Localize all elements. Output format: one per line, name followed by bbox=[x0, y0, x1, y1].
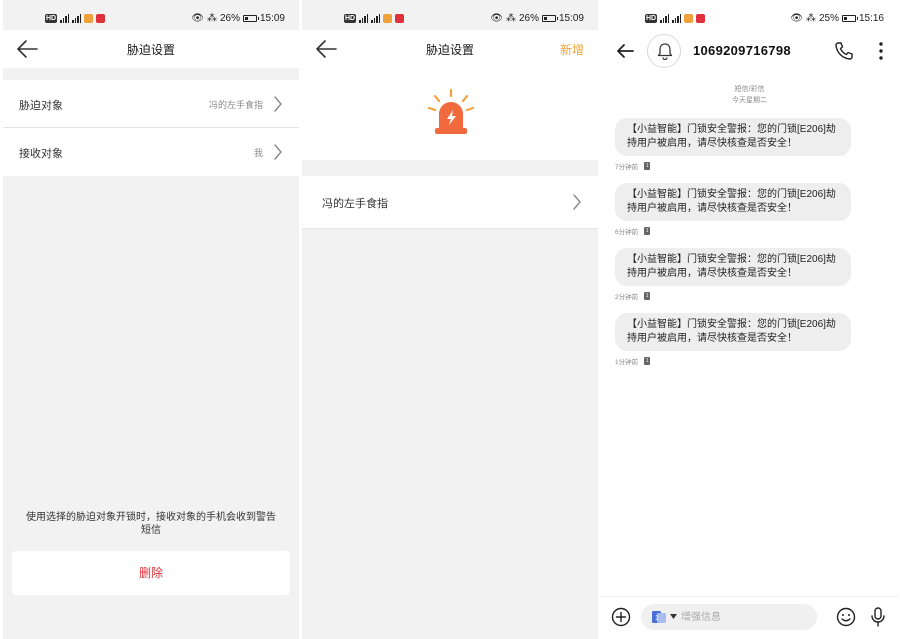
delete-button[interactable]: 删除 bbox=[12, 551, 290, 595]
alarm-banner bbox=[302, 68, 598, 160]
battery-icon bbox=[541, 15, 558, 22]
chevron-right-icon bbox=[274, 96, 282, 112]
row-value: 我 bbox=[253, 148, 263, 158]
duress-settings-screen: HD 👁 ⁂ 26% 15:09 胁迫设置 胁迫对象 冯的左手食指 接收对象 我… bbox=[3, 0, 299, 639]
signal-icon-2 bbox=[371, 13, 381, 23]
signal-icon bbox=[660, 13, 670, 23]
row-label: 胁迫对象 bbox=[19, 100, 63, 112]
page-title: 胁迫设置 bbox=[425, 43, 474, 57]
message-time: 6分钟前 bbox=[615, 229, 639, 236]
app-notification-icon bbox=[684, 13, 694, 23]
message-input-box: 1 bbox=[641, 604, 817, 630]
hd-icon: HD bbox=[645, 13, 658, 23]
eye-icon: 👁 bbox=[790, 13, 803, 24]
status-right-icons: 👁 ⁂ 26% 15:09 bbox=[490, 13, 584, 24]
message-type-label: 短信/彩信 bbox=[734, 86, 765, 93]
battery-icon bbox=[841, 15, 858, 22]
status-right-icons: 👁 ⁂ 26% 15:09 bbox=[191, 13, 285, 24]
emoji-icon[interactable] bbox=[836, 607, 856, 627]
info-note: 使用选择的胁迫对象开锁时，接收对象的手机会收到警告短信 bbox=[26, 512, 276, 536]
status-right-icons: 👁 ⁂ 25% 15:16 bbox=[790, 13, 884, 24]
add-attachment-icon[interactable] bbox=[611, 607, 631, 627]
4g-icon bbox=[96, 13, 106, 23]
message-meta: 7分钟前 1 bbox=[615, 161, 651, 171]
chevron-down-icon[interactable] bbox=[670, 614, 677, 619]
chevron-right-icon bbox=[573, 194, 581, 210]
clock: 15:09 bbox=[259, 13, 285, 24]
message-bubble[interactable]: 【小益智能】门锁安全警报：您的门锁[E206]劫持用户被启用，请尽快核查是否安全… bbox=[615, 248, 851, 286]
message-time: 1分钟前 bbox=[615, 359, 639, 366]
message-bubble[interactable]: 【小益智能】门锁安全警报：您的门锁[E206]劫持用户被启用，请尽快核查是否安全… bbox=[615, 313, 851, 351]
status-bar: HD 👁 ⁂ 26% 15:09 bbox=[302, 10, 598, 30]
signal-icon bbox=[60, 13, 70, 23]
status-bar: HD 👁 ⁂ 26% 15:09 bbox=[3, 10, 299, 30]
battery-percent: 26% bbox=[219, 13, 240, 24]
sim-card-icon: 1 bbox=[644, 227, 651, 235]
row-label: 接收对象 bbox=[19, 148, 63, 160]
alarm-siren-icon bbox=[427, 88, 475, 134]
status-left-icons: HD bbox=[645, 13, 706, 23]
add-button[interactable]: 新增 bbox=[560, 41, 584, 58]
4g-icon bbox=[696, 13, 706, 23]
message-meta: 6分钟前 1 bbox=[615, 226, 651, 236]
status-left-icons: HD bbox=[344, 13, 405, 23]
hd-icon: HD bbox=[344, 13, 357, 23]
more-options-icon[interactable] bbox=[878, 41, 884, 61]
app-notification-icon bbox=[84, 13, 94, 23]
app-notification-icon bbox=[383, 13, 393, 23]
compose-bar: 1 bbox=[601, 596, 898, 639]
clock: 15:16 bbox=[858, 13, 884, 24]
message-input[interactable] bbox=[681, 609, 811, 625]
divider bbox=[302, 228, 598, 229]
message-bubble[interactable]: 【小益智能】门锁安全警报：您的门锁[E206]劫持用户被启用，请尽快核查是否安全… bbox=[615, 183, 851, 221]
back-arrow-icon[interactable] bbox=[615, 41, 635, 61]
app-header: 胁迫设置 bbox=[3, 30, 299, 68]
message-meta: 1分钟前 1 bbox=[615, 356, 651, 366]
sms-conversation-screen: HD 👁 ⁂ 25% 15:16 1069209716798 短信/彩信 今天星… bbox=[601, 0, 898, 639]
battery-percent: 25% bbox=[818, 13, 839, 24]
battery-percent: 26% bbox=[518, 13, 539, 24]
fingerprint-item-row[interactable]: 冯的左手食指 bbox=[302, 176, 598, 228]
message-meta: 2分钟前 1 bbox=[615, 291, 651, 301]
svg-text:1: 1 bbox=[655, 615, 659, 622]
duress-settings-list-screen: HD 👁 ⁂ 26% 15:09 胁迫设置 新增 冯的左手食指 bbox=[302, 0, 598, 639]
signal-icon bbox=[359, 13, 369, 23]
row-label: 冯的左手食指 bbox=[322, 198, 388, 210]
message-bubble[interactable]: 【小益智能】门锁安全警报：您的门锁[E206]劫持用户被启用，请尽快核查是否安全… bbox=[615, 118, 851, 156]
message-time: 2分钟前 bbox=[615, 294, 639, 301]
microphone-icon[interactable] bbox=[870, 607, 886, 627]
chevron-right-icon bbox=[274, 144, 282, 160]
message-time: 7分钟前 bbox=[615, 164, 639, 171]
sim-card-icon: 1 bbox=[644, 162, 651, 170]
contact-avatar[interactable] bbox=[647, 34, 681, 68]
phone-call-icon[interactable] bbox=[834, 41, 854, 61]
conversation-header: 1069209716798 bbox=[601, 30, 898, 74]
app-header: 胁迫设置 新增 bbox=[302, 30, 598, 68]
status-left-icons: HD bbox=[45, 13, 106, 23]
hd-icon: HD bbox=[45, 13, 58, 23]
bluetooth-icon: ⁂ bbox=[206, 13, 217, 24]
sim-card-icon: 1 bbox=[644, 357, 651, 365]
signal-icon-2 bbox=[672, 13, 682, 23]
eye-icon: 👁 bbox=[490, 13, 503, 24]
battery-icon bbox=[242, 15, 259, 22]
4g-icon bbox=[395, 13, 405, 23]
signal-icon-2 bbox=[72, 13, 82, 23]
screenshot-composite: HD 👁 ⁂ 26% 15:09 胁迫设置 胁迫对象 冯的左手食指 接收对象 我… bbox=[0, 0, 900, 639]
receiver-row[interactable]: 接收对象 我 bbox=[3, 128, 299, 176]
duress-target-row[interactable]: 胁迫对象 冯的左手食指 bbox=[3, 80, 299, 128]
sim-card-icon: 1 bbox=[644, 292, 651, 300]
clock: 15:09 bbox=[558, 13, 584, 24]
sim-select-icon[interactable]: 1 bbox=[651, 610, 667, 624]
status-bar: HD 👁 ⁂ 25% 15:16 bbox=[601, 10, 898, 30]
date-separator: 今天星期二 bbox=[732, 97, 767, 104]
bell-icon bbox=[657, 43, 673, 60]
page-title: 胁迫设置 bbox=[126, 43, 175, 57]
eye-icon: 👁 bbox=[191, 13, 204, 24]
bluetooth-icon: ⁂ bbox=[505, 13, 516, 24]
row-value: 冯的左手食指 bbox=[208, 100, 263, 110]
sender-number: 1069209716798 bbox=[693, 43, 791, 58]
bluetooth-icon: ⁂ bbox=[805, 13, 816, 24]
